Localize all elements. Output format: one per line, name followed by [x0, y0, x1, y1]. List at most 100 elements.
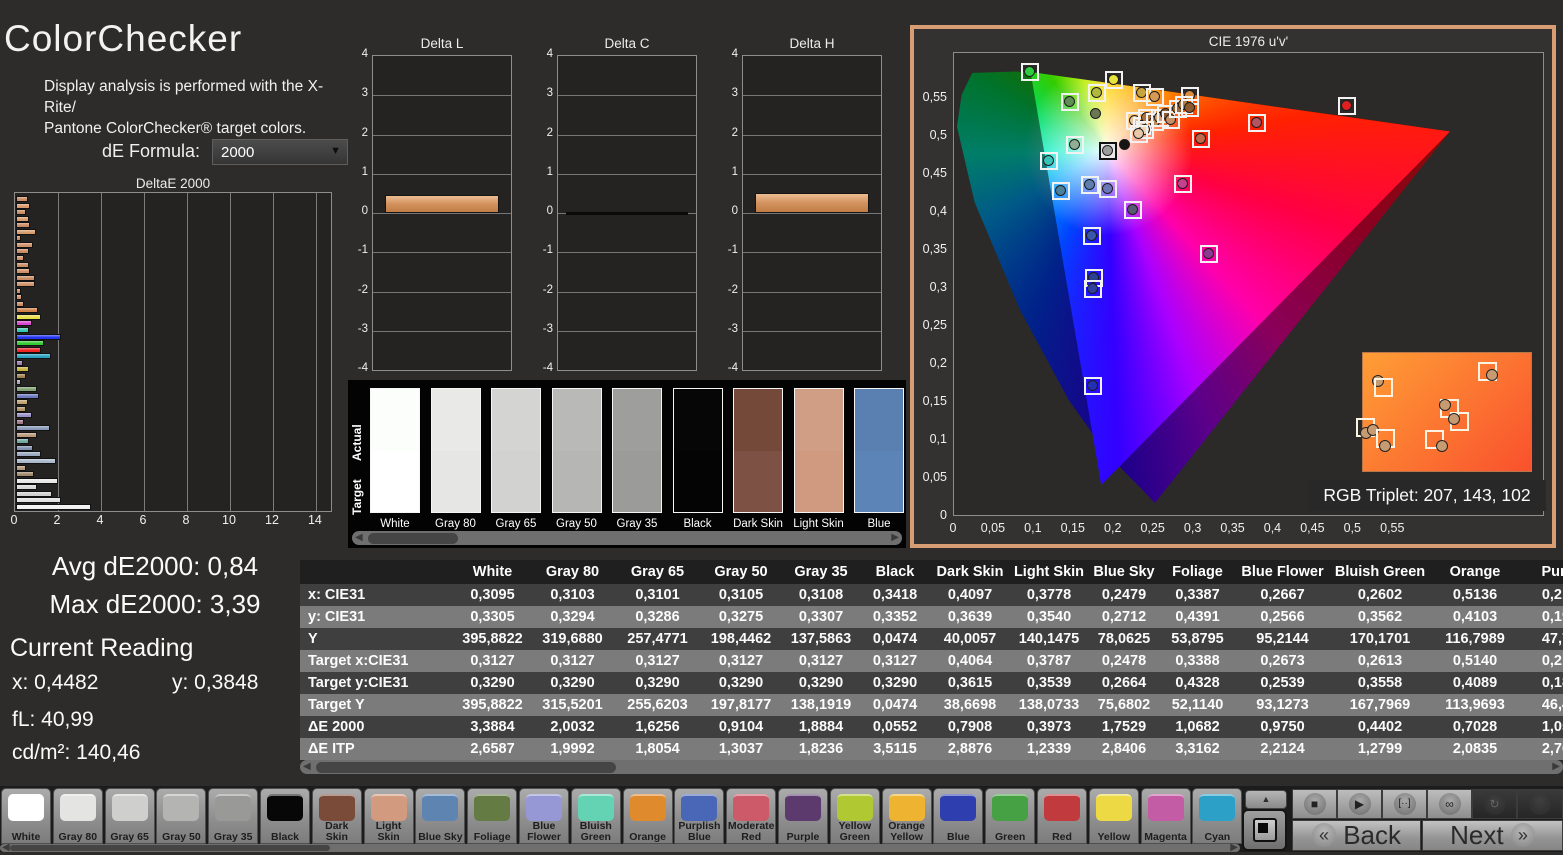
next-button[interactable]: Next » — [1422, 820, 1563, 851]
scroll-right-icon[interactable]: ▶ — [1552, 760, 1560, 774]
patch-button-red[interactable]: Red — [1037, 788, 1087, 844]
patch-button-black[interactable]: Black — [260, 788, 310, 844]
table-cell: 0,3307 — [798, 609, 844, 625]
patch-button-gray-65[interactable]: Gray 65 — [104, 788, 155, 844]
cie-x-tick-label: 0,5 — [1343, 521, 1361, 535]
record-button[interactable] — [1517, 789, 1563, 819]
patch-button-bluish-green[interactable]: Bluish Green — [570, 788, 621, 844]
swatch-light-skin[interactable] — [793, 388, 844, 513]
table-cell: 0,3540 — [1026, 609, 1072, 625]
strip-scrollbar[interactable]: ◀ ▶ — [352, 531, 902, 545]
patch-button-light-skin[interactable]: Light Skin — [363, 788, 414, 844]
table-cell: 1,0682 — [1175, 719, 1220, 735]
patch-button-gray-80[interactable]: Gray 80 — [52, 788, 103, 844]
next-button-label: Next — [1450, 820, 1504, 850]
patch-button-blue[interactable]: Blue — [933, 788, 984, 844]
y-tick-label: 3 — [361, 87, 368, 100]
continuous-measure-button[interactable]: ∞ — [1427, 789, 1472, 819]
gridline — [272, 193, 274, 511]
patch-button-foliage[interactable]: Foliage — [467, 788, 518, 844]
table-cell: 137,5863 — [790, 631, 852, 647]
gridline — [558, 252, 696, 254]
patch-button-gray-50[interactable]: Gray 50 — [156, 788, 207, 844]
scroll-right-icon[interactable]: ▶ — [1230, 841, 1238, 855]
table-cell: 95,2144 — [1256, 631, 1309, 647]
de-bar — [16, 412, 32, 419]
patch-button-moderate-red[interactable]: Moderate Red — [726, 788, 777, 844]
patch-button-green[interactable]: Green — [985, 788, 1036, 844]
swatch-dark-skin[interactable] — [733, 388, 783, 513]
de-bar — [16, 425, 51, 432]
patch-button-white[interactable]: White — [1, 788, 51, 844]
table-cell: 0,2566 — [1260, 609, 1305, 625]
table-scrollbar[interactable]: ◀ ▶ — [300, 760, 1563, 774]
delta-panel-delta-h — [742, 55, 882, 371]
refresh-button[interactable]: ↻ — [1472, 789, 1517, 819]
scroll-left-icon[interactable]: ◀ — [303, 760, 311, 774]
gridline — [743, 173, 881, 175]
table-cell: 52,1140 — [1171, 697, 1224, 713]
delta-bar — [385, 195, 499, 213]
play-button[interactable]: ▶ — [1337, 789, 1382, 819]
gridline — [186, 193, 188, 511]
column-header: Gray 35 — [794, 564, 848, 580]
table-scrollbar-thumb[interactable] — [316, 761, 616, 773]
patch-button-gray-35[interactable]: Gray 35 — [208, 788, 259, 844]
delta-panel-delta-l — [372, 55, 512, 371]
measure-series-button[interactable]: [··] — [1382, 789, 1427, 819]
patch-bar-scrollbar[interactable]: ◀ ▶ — [0, 841, 1240, 855]
x-tick-label: 0 — [10, 513, 18, 527]
cie-point — [1088, 84, 1107, 103]
swatch-black[interactable] — [672, 388, 723, 513]
back-button[interactable]: « Back — [1292, 820, 1421, 851]
scroll-right-icon[interactable]: ▶ — [891, 531, 899, 545]
patch-button-yellow-green[interactable]: Yellow Green — [829, 788, 880, 844]
patch-button-purple[interactable]: Purple — [778, 788, 828, 844]
patch-button-yellow[interactable]: Yellow — [1088, 788, 1139, 844]
table-row: ΔE ITP 2,6587 1,9992 1,8054 1,3037 1,8236 3,51… — [300, 738, 1563, 760]
scroll-left-icon[interactable]: ◀ — [355, 531, 363, 545]
patch-button-dark-skin[interactable]: Dark Skin — [311, 788, 362, 844]
table-cell: 0,0552 — [872, 719, 918, 735]
inset-measured-dot — [1378, 440, 1391, 453]
patch-window-button[interactable] — [1242, 809, 1287, 851]
stop-icon: ■ — [1303, 793, 1326, 815]
strip-scrollbar-thumb[interactable] — [368, 532, 458, 544]
scroll-left-icon[interactable]: ◀ — [2, 841, 10, 855]
patch-color-chip — [888, 794, 925, 821]
de-bar — [16, 340, 44, 347]
table-cell: 0,5140 — [1452, 653, 1498, 669]
patch-scrollbar-thumb[interactable] — [10, 845, 330, 851]
patch-button-cyan[interactable]: Cyan — [1192, 788, 1243, 844]
cie-measured-dot — [1127, 203, 1139, 215]
de-bar — [16, 353, 52, 360]
table-cell: 0,7028 — [1452, 719, 1498, 735]
cie-measured-dot — [1132, 128, 1144, 140]
stop-button[interactable]: ■ — [1292, 789, 1337, 819]
cie-measured-dot — [1135, 87, 1147, 99]
table-cell: 53,8795 — [1171, 631, 1224, 647]
patch-button-orange-yellow[interactable]: Orange Yellow — [881, 788, 932, 844]
patch-button-purplish-blue[interactable]: Purplish Blue — [674, 788, 725, 844]
gridline — [100, 193, 102, 511]
swatch-white[interactable] — [370, 388, 420, 513]
patch-button-blue-flower[interactable]: Blue Flower — [519, 788, 569, 844]
patch-button-magenta[interactable]: Magenta — [1140, 788, 1191, 844]
rgb-triplet-readout: RGB Triplet: 207, 143, 102 — [1308, 480, 1546, 511]
row-label: Target y:CIE31 — [308, 675, 409, 691]
x-tick-label: 12 — [265, 513, 279, 527]
swatch-gray-50[interactable] — [551, 388, 602, 513]
table-cell: 0,3639 — [947, 609, 993, 625]
table-cell: 2,8406 — [1101, 741, 1147, 757]
column-header: Bluish Green — [1334, 564, 1426, 580]
de-formula-dropdown[interactable]: 2000 ▼ — [212, 139, 348, 165]
swatch-gray-35[interactable] — [612, 388, 662, 513]
table-cell: 3,3884 — [470, 719, 515, 735]
patch-button-blue-sky[interactable]: Blue Sky — [415, 788, 466, 844]
swatch-gray-80[interactable] — [430, 388, 481, 513]
swatch-gray-65[interactable] — [491, 388, 541, 513]
column-header: Blue Sky — [1093, 564, 1155, 580]
swatch-blue[interactable] — [854, 388, 904, 513]
patch-button-orange[interactable]: Orange — [622, 788, 673, 844]
patch-size-up-button[interactable]: ▲ — [1245, 790, 1287, 809]
